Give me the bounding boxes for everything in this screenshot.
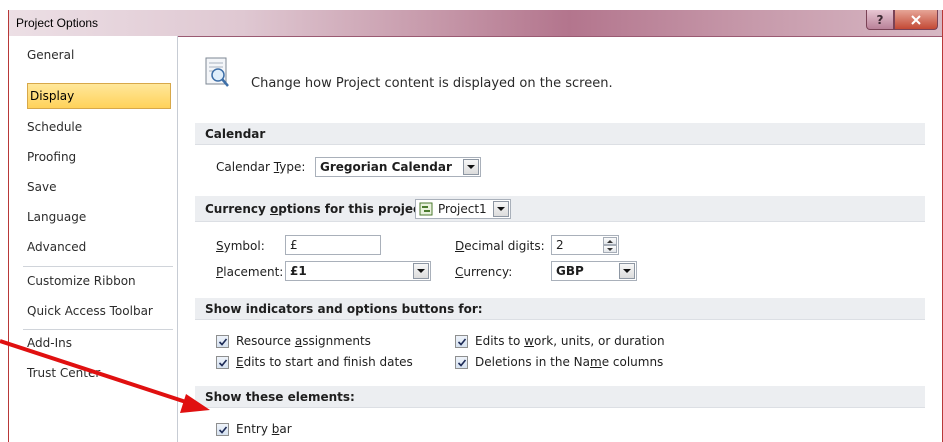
chevron-down-icon[interactable] (413, 263, 429, 279)
spin-up-icon[interactable] (603, 237, 617, 245)
chevron-down-icon[interactable] (463, 159, 479, 175)
options-sidebar: General Display Schedule Proofing Save L… (9, 36, 178, 442)
checkmark-icon (218, 358, 227, 367)
symbol-input[interactable]: £ (285, 235, 381, 255)
page-description: Change how Project content is displayed … (251, 76, 613, 91)
currency-dropdown[interactable]: GBP (551, 261, 637, 281)
close-icon (911, 14, 921, 25)
edits-start-finish-label: Edits to start and finish dates (236, 355, 413, 369)
sidebar-item-customize-ribbon[interactable]: Customize Ribbon (11, 268, 171, 294)
checkmark-icon (218, 425, 227, 434)
entry-bar-checkbox[interactable] (216, 423, 229, 436)
placement-value: £1 (290, 264, 307, 278)
symbol-label: Symbol: (216, 239, 265, 253)
checkmark-icon (457, 358, 466, 367)
sidebar-item-general[interactable]: General (11, 42, 171, 68)
sidebar-divider (23, 266, 173, 267)
calendar-type-value: Gregorian Calendar (320, 160, 452, 174)
chevron-down-icon[interactable] (493, 201, 509, 217)
currency-value: GBP (556, 264, 584, 278)
calendar-type-dropdown[interactable]: Gregorian Calendar (315, 157, 481, 177)
calendar-type-label: Calendar Type: (216, 160, 306, 174)
decimal-digits-stepper[interactable]: 2 (551, 235, 619, 255)
decimal-digits-value: 2 (556, 238, 564, 252)
indicators-section-header: Show indicators and options buttons for: (195, 298, 925, 320)
display-options-panel: Change how Project content is displayed … (181, 36, 941, 442)
elements-section-header: Show these elements: (195, 386, 925, 408)
deletions-name-columns-label: Deletions in the Name columns (475, 355, 664, 369)
deletions-name-columns-checkbox[interactable] (455, 356, 468, 369)
sidebar-item-display[interactable]: Display (27, 83, 171, 109)
currency-project-value: Project1 (438, 202, 487, 216)
checkmark-icon (218, 337, 227, 346)
title-bar-buttons: ? (866, 10, 938, 30)
resource-assignments-label: Resource assignments (236, 334, 371, 348)
calendar-section-header: Calendar (195, 123, 925, 145)
sidebar-item-proofing[interactable]: Proofing (11, 144, 171, 170)
project-options-window: Project Options ? General Display Schedu… (8, 10, 943, 442)
edits-work-units-duration-label: Edits to work, units, or duration (475, 334, 665, 348)
sidebar-item-advanced[interactable]: Advanced (11, 234, 171, 260)
sidebar-item-trust-center[interactable]: Trust Center (11, 360, 171, 386)
edits-start-finish-checkbox[interactable] (216, 356, 229, 369)
decimal-digits-label: Decimal digits: (455, 239, 545, 253)
window-title: Project Options (16, 16, 99, 30)
sidebar-item-add-ins[interactable]: Add-Ins (11, 330, 171, 356)
placement-label: Placement: (216, 265, 284, 279)
sidebar-item-save[interactable]: Save (11, 174, 171, 200)
placement-dropdown[interactable]: £1 (285, 261, 431, 281)
resource-assignments-checkbox[interactable] (216, 335, 229, 348)
project-file-icon (419, 202, 433, 216)
sidebar-item-schedule[interactable]: Schedule (11, 114, 171, 140)
chevron-down-icon[interactable] (619, 263, 635, 279)
currency-section-header: Currency options for this project: (195, 196, 925, 222)
currency-project-dropdown[interactable]: Project1 (415, 199, 511, 219)
help-button[interactable]: ? (866, 10, 894, 30)
spin-down-icon[interactable] (603, 245, 617, 253)
entry-bar-label: Entry bar (236, 422, 292, 436)
sidebar-item-language[interactable]: Language (11, 204, 171, 230)
close-button[interactable] (894, 10, 938, 30)
spin-buttons[interactable] (603, 237, 617, 253)
currency-label: Currency: (455, 265, 513, 279)
title-bar: Project Options ? (9, 10, 942, 37)
edits-work-units-duration-checkbox[interactable] (455, 335, 468, 348)
display-settings-icon (205, 57, 229, 87)
checkmark-icon (457, 337, 466, 346)
sidebar-item-quick-access-toolbar[interactable]: Quick Access Toolbar (11, 298, 171, 324)
